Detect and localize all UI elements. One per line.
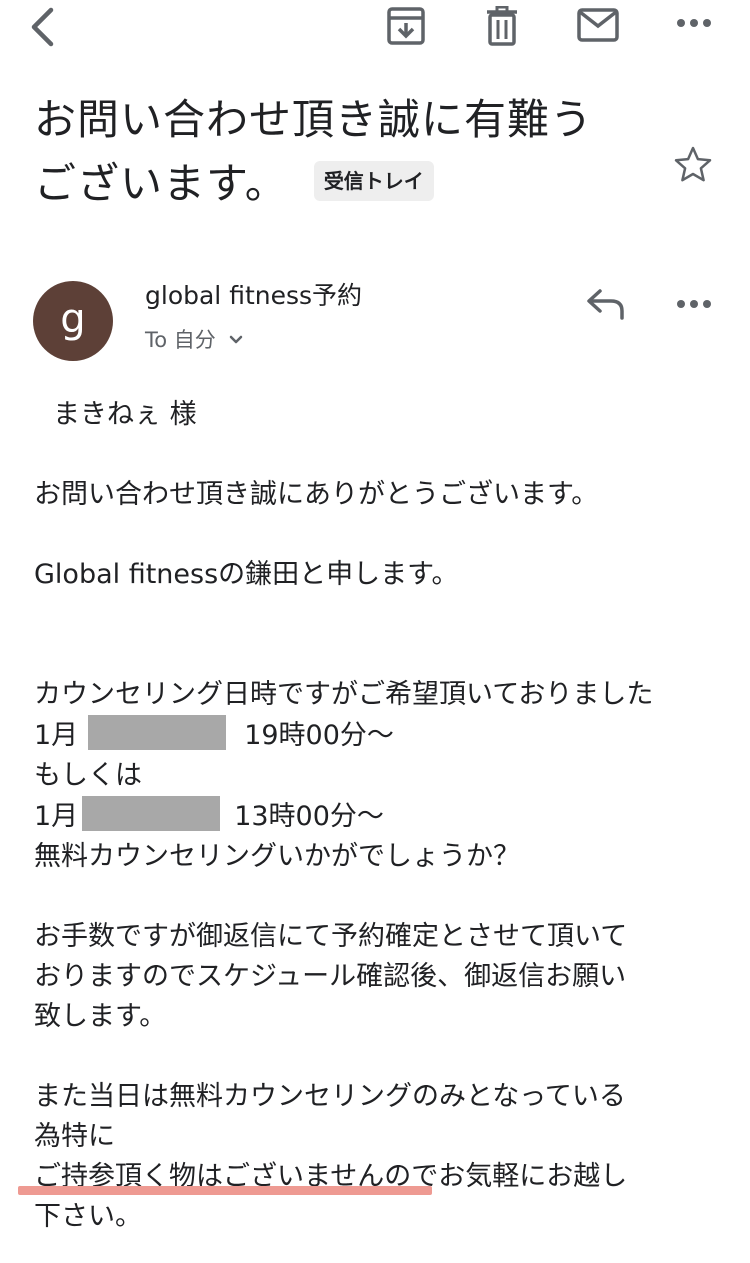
body-line-reply-3: 致します。 [34, 1001, 167, 1032]
archive-icon[interactable] [386, 6, 426, 46]
body-line-day-2: 為特に [34, 1121, 115, 1152]
subject-line-2: ございます。 受信トレイ [34, 152, 634, 216]
trash-icon[interactable] [486, 6, 518, 46]
recipient-details-toggle[interactable]: To 自分 [145, 324, 244, 356]
more-horizontal-icon[interactable] [676, 298, 712, 310]
redaction-block [88, 715, 227, 750]
avatar[interactable]: g [33, 281, 113, 361]
date1-time: 19時00分〜 [244, 720, 394, 751]
date-option-2: 1月 13時00分〜 [34, 796, 724, 837]
reply-icon[interactable] [586, 287, 626, 321]
chevron-left-icon[interactable] [24, 6, 64, 48]
body-line-reply-1: お手数ですが御返信にて予約確定とさせて頂いて [34, 921, 628, 952]
body-line-reply-2: おりますのでスケジュール確認後、御返信お願い [34, 961, 627, 992]
chevron-down-icon [230, 335, 243, 344]
greeting: まきねぇ 様 [53, 399, 197, 430]
date-option-1: 1月 19時00分〜 [34, 715, 724, 756]
mail-icon[interactable] [577, 8, 619, 42]
more-horizontal-icon[interactable] [676, 17, 712, 29]
body-line-thanks: お問い合わせ頂き誠にありがとうございます。 [34, 479, 599, 510]
top-toolbar [0, 0, 750, 60]
email-subject: お問い合わせ頂き誠に有難う ございます。 受信トレイ [34, 88, 634, 216]
recipient-line: To 自分 [145, 328, 216, 352]
highlight-underline [18, 1186, 432, 1195]
body-line-intro: Global fitnessの鎌田と申します。 [34, 559, 459, 590]
star-icon[interactable] [673, 145, 713, 185]
sender-name[interactable]: global fitness予約 [145, 278, 362, 314]
body-line-counsel: カウンセリング日時ですがご希望頂いておりました [34, 679, 654, 710]
email-body: まきねぇ 様 お問い合わせ頂き誠にありがとうございます。 Global fitn… [34, 395, 724, 1237]
date2-time: 13時00分〜 [234, 801, 384, 832]
redaction-block [82, 796, 221, 831]
body-line-or: もしくは [34, 760, 142, 791]
inbox-label-chip[interactable]: 受信トレイ [313, 160, 434, 201]
date2-prefix: 1月 [34, 801, 79, 832]
subject-line-2-text: ございます。 [34, 159, 288, 208]
body-line-question: 無料カウンセリングいかがでしょうか？ [34, 841, 520, 872]
subject-line-1: お問い合わせ頂き誠に有難う [34, 95, 594, 144]
body-line-day-1: また当日は無料カウンセリングのみとなっている [34, 1081, 626, 1112]
date1-prefix: 1月 [34, 720, 79, 751]
body-line-day-4: 下さい。 [34, 1201, 142, 1232]
